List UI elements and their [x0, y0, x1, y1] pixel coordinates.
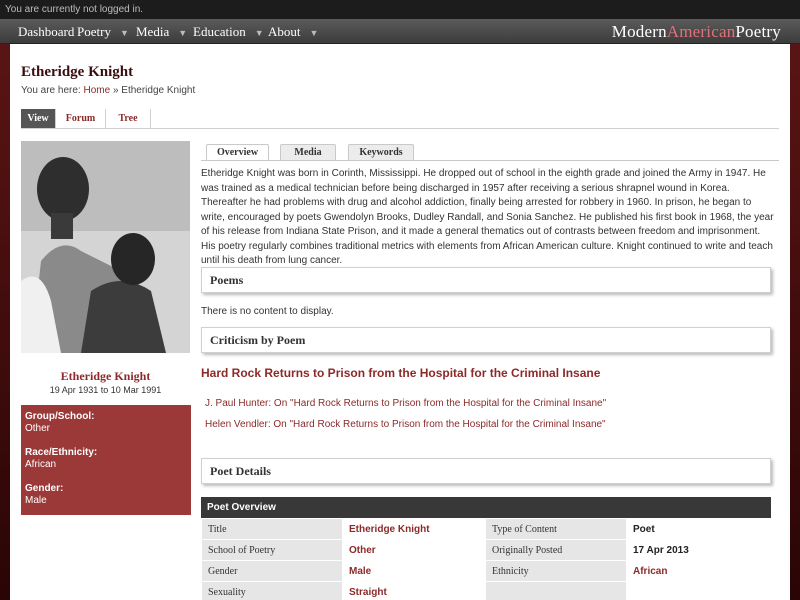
gender-value: Male [25, 495, 47, 506]
table-row: School of Poetry Other Originally Posted… [201, 539, 771, 561]
poet-name: Etheridge Knight [60, 369, 151, 383]
nav-dashboard[interactable]: Dashboard [18, 19, 74, 44]
tab-keywords[interactable]: Keywords [348, 144, 414, 160]
page-title: Etheridge Knight [21, 64, 134, 80]
tab-view[interactable]: View [21, 109, 56, 128]
poems-empty-text: There is no content to display. [201, 306, 334, 317]
site-logo[interactable]: ModernAmericanPoetry [612, 20, 781, 44]
main-nav: Dashboard Poetry ▼ Media ▼ Education ▼ Abou… [0, 19, 800, 44]
tab-media[interactable]: Media [280, 144, 336, 160]
table-label: Type of Content [485, 518, 627, 540]
nav-education-label: Education [193, 24, 246, 39]
login-status-bar: You are currently not logged in. [0, 0, 800, 19]
brand-word-1: Modern [611, 22, 667, 41]
criticism-link[interactable]: J. Paul Hunter: On "Hard Rock Returns to… [205, 398, 606, 409]
brand-word-3: Poetry [735, 22, 781, 41]
poet-details-section-header[interactable]: Poet Details [201, 458, 771, 484]
breadcrumb-current: Etheridge Knight [121, 85, 196, 96]
table-value-link[interactable]: Straight [342, 581, 486, 600]
nav-dashboard-label: Dashboard [18, 24, 75, 39]
group-school-label: Group/School: [25, 411, 95, 422]
poet-info-box: Group/School: Other Race/Ethnicity: Afri… [21, 405, 191, 515]
criticism-poem-title[interactable]: Hard Rock Returns to Prison from the Hos… [201, 366, 600, 380]
chevron-down-icon: ▼ [309, 28, 319, 38]
tab-overview[interactable]: Overview [206, 144, 269, 161]
table-row: Gender Male Ethnicity African [201, 560, 771, 582]
race-ethnicity-label: Race/Ethnicity: [25, 447, 98, 458]
table-empty-cell [626, 581, 771, 600]
poet-photo [21, 141, 190, 353]
table-value-link[interactable]: African [626, 560, 771, 582]
overview-text: Etheridge Knight was born in Corinth, Mi… [201, 168, 774, 266]
page-content: Etheridge Knight You are here: Home » Et… [10, 44, 790, 600]
tab-forum[interactable]: Forum [56, 109, 106, 128]
nav-media-label: Media [136, 24, 170, 39]
chevron-down-icon: ▼ [119, 28, 129, 38]
table-row: Sexuality Straight [201, 581, 771, 600]
table-value-link[interactable]: Etheridge Knight [342, 518, 486, 540]
race-ethnicity-value: African [25, 459, 57, 470]
tab-tree[interactable]: Tree [106, 109, 151, 128]
table-empty-cell [485, 581, 627, 600]
nav-education[interactable]: Education ▼ [193, 19, 264, 44]
table-label: Sexuality [201, 581, 343, 600]
portrait-photo-icon [21, 141, 190, 353]
table-value-link[interactable]: Male [342, 560, 486, 582]
nav-poetry[interactable]: Poetry ▼ [77, 19, 129, 44]
criticism-link[interactable]: Helen Vendler: On "Hard Rock Returns to … [205, 419, 606, 430]
breadcrumb: You are here: Home » Etheridge Knight [21, 85, 195, 96]
login-status-text: You are currently not logged in. [5, 4, 144, 15]
chevron-down-icon: ▼ [178, 28, 188, 38]
table-label: School of Poetry [201, 539, 343, 561]
group-school-value: Other [25, 423, 51, 434]
poems-section-header[interactable]: Poems [201, 267, 771, 293]
table-label: Originally Posted [485, 539, 627, 561]
poet-overview-table: Poet Overview Title Etheridge Knight Typ… [201, 497, 771, 600]
gender-label: Gender: [25, 483, 64, 494]
poet-overview-title: Poet Overview [201, 497, 771, 518]
breadcrumb-home-link[interactable]: Home [83, 85, 110, 96]
criticism-section-header[interactable]: Criticism by Poem [201, 327, 771, 353]
nav-about-label: About [268, 24, 301, 39]
nav-poetry-label: Poetry [77, 24, 111, 39]
table-value: Poet [626, 518, 771, 540]
table-row: Title Etheridge Knight Type of Content P… [201, 518, 771, 540]
breadcrumb-separator: » [112, 85, 119, 96]
breadcrumb-prefix: You are here: [21, 85, 81, 96]
brand-word-2: American [666, 22, 736, 41]
nav-about[interactable]: About ▼ [268, 19, 318, 44]
content-tabs-divider [201, 160, 779, 161]
table-label: Title [201, 518, 343, 540]
table-value: 17 Apr 2013 [626, 539, 771, 561]
table-label: Ethnicity [485, 560, 627, 582]
poet-dates: 19 Apr 1931 to 10 Mar 1991 [49, 385, 162, 395]
tabs-divider [21, 128, 779, 129]
chevron-down-icon: ▼ [254, 28, 264, 38]
table-value-link[interactable]: Other [342, 539, 486, 561]
table-label: Gender [201, 560, 343, 582]
nav-media[interactable]: Media ▼ [136, 19, 187, 44]
